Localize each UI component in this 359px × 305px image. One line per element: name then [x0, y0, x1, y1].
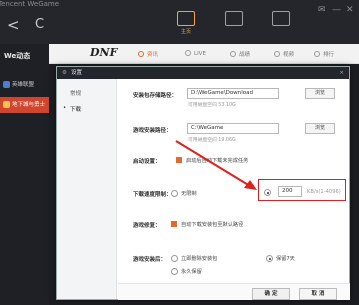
annotation-arrow [175, 140, 257, 190]
